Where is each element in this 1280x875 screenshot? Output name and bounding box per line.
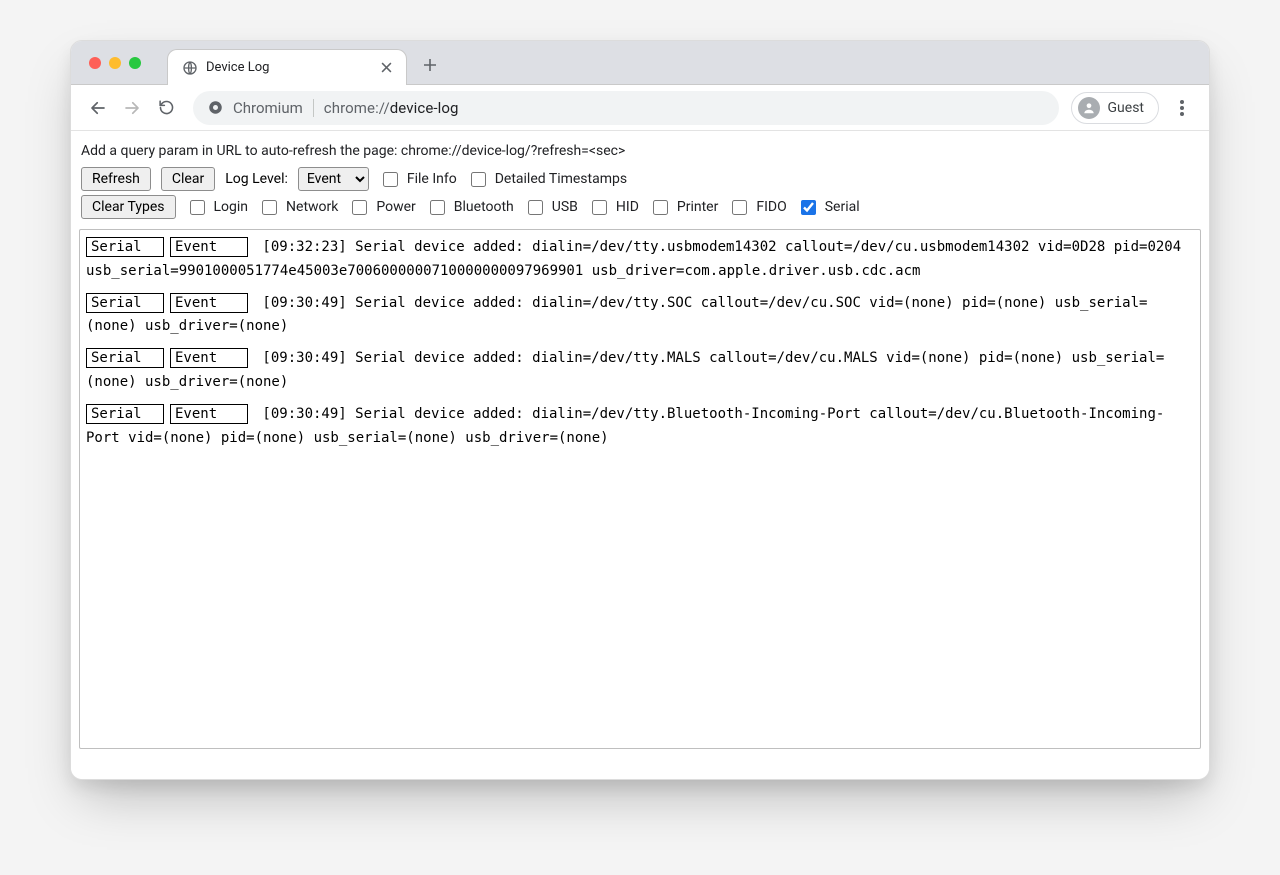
tab-strip: Device Log	[167, 41, 445, 84]
type-toggle-usb[interactable]: USB	[524, 197, 578, 218]
browser-window: Device Log Chromium	[70, 40, 1210, 780]
file-info-label: File Info	[407, 171, 457, 187]
type-label-power: Power	[376, 199, 415, 215]
new-tab-button[interactable]	[415, 50, 445, 80]
type-checkbox-network[interactable]	[262, 200, 277, 215]
log-output: Serial Event [09:32:23] Serial device add…	[79, 229, 1201, 749]
log-tag-type: Serial	[86, 237, 164, 257]
type-label-printer: Printer	[677, 199, 718, 215]
type-checkbox-printer[interactable]	[653, 200, 668, 215]
log-tag-level: Event	[170, 237, 248, 257]
page-content: Add a query param in URL to auto-refresh…	[71, 131, 1209, 779]
toolbar: Chromium chrome://device-log Guest	[71, 85, 1209, 131]
tab-close-button[interactable]	[378, 60, 394, 76]
log-level-label: Log Level:	[225, 171, 288, 187]
controls-row-1: Refresh Clear Log Level: EventUserDebugE…	[81, 167, 1199, 191]
log-tag-level: Event	[170, 404, 248, 424]
type-toggle-hid[interactable]: HID	[588, 197, 639, 218]
type-toggle-power[interactable]: Power	[348, 197, 415, 218]
type-label-usb: USB	[552, 199, 578, 215]
type-label-fido: FIDO	[756, 199, 786, 215]
site-settings-icon[interactable]	[207, 100, 223, 116]
types-row: Clear Types Login Network Power Bluetooth US…	[81, 195, 1199, 219]
reload-button[interactable]	[151, 93, 181, 123]
type-checkbox-fido[interactable]	[732, 200, 747, 215]
omnibox-separator	[313, 99, 314, 117]
type-label-serial: Serial	[825, 199, 860, 215]
refresh-button[interactable]: Refresh	[81, 167, 151, 191]
profile-label: Guest	[1108, 100, 1144, 116]
profile-button[interactable]: Guest	[1071, 92, 1159, 124]
type-checkbox-bluetooth[interactable]	[430, 200, 445, 215]
log-entry: SerialEvent [09:30:49] Serial device add…	[86, 347, 1194, 395]
file-info-checkbox[interactable]	[383, 172, 398, 187]
log-tag-type: Serial	[86, 293, 164, 313]
type-checkbox-serial[interactable]	[801, 200, 816, 215]
window-controls	[89, 57, 141, 69]
address-bar[interactable]: Chromium chrome://device-log	[193, 91, 1059, 125]
type-toggle-network[interactable]: Network	[258, 197, 338, 218]
log-tag-level: Event	[170, 293, 248, 313]
log-entry: SerialEvent [09:30:49] Serial device add…	[86, 292, 1194, 340]
log-level-select[interactable]: EventUserDebugError	[298, 167, 369, 191]
close-window-button[interactable]	[89, 57, 101, 69]
detailed-timestamps-toggle[interactable]: Detailed Timestamps	[467, 169, 627, 190]
omnibox-prefix: Chromium	[233, 99, 303, 117]
detailed-timestamps-label: Detailed Timestamps	[495, 171, 627, 187]
log-tag-type: Serial	[86, 404, 164, 424]
omnibox-url-path: device-log	[390, 99, 459, 117]
type-label-network: Network	[286, 199, 338, 215]
log-tag-type: Serial	[86, 348, 164, 368]
type-toggle-printer[interactable]: Printer	[649, 197, 718, 218]
tab-title: Device Log	[206, 60, 370, 75]
globe-icon	[182, 60, 198, 76]
clear-button[interactable]: Clear	[161, 167, 215, 191]
type-checkbox-login[interactable]	[190, 200, 205, 215]
type-toggle-login[interactable]: Login	[186, 197, 249, 218]
type-label-bluetooth: Bluetooth	[454, 199, 514, 215]
log-message: [09:32:23] Serial device added: dialin=/…	[86, 239, 1181, 279]
title-bar: Device Log	[71, 41, 1209, 85]
clear-types-button[interactable]: Clear Types	[81, 195, 176, 219]
omnibox-url: chrome://device-log	[324, 99, 459, 117]
omnibox-url-scheme: chrome://	[324, 99, 390, 117]
type-toggle-bluetooth[interactable]: Bluetooth	[426, 197, 514, 218]
back-button[interactable]	[83, 93, 113, 123]
zoom-window-button[interactable]	[129, 57, 141, 69]
forward-button[interactable]	[117, 93, 147, 123]
type-label-login: Login	[214, 199, 249, 215]
log-entry: Serial Event [09:32:23] Serial device add…	[86, 236, 1194, 284]
log-tag-level: Event	[170, 348, 248, 368]
type-label-hid: HID	[616, 199, 639, 215]
avatar-icon	[1078, 97, 1100, 119]
type-checkbox-power[interactable]	[352, 200, 367, 215]
browser-menu-button[interactable]	[1167, 93, 1197, 123]
type-toggle-fido[interactable]: FIDO	[728, 197, 786, 218]
file-info-toggle[interactable]: File Info	[379, 169, 457, 190]
auto-refresh-hint: Add a query param in URL to auto-refresh…	[81, 143, 1199, 159]
type-toggle-serial[interactable]: Serial	[797, 197, 860, 218]
log-entry: SerialEvent [09:30:49] Serial device add…	[86, 403, 1194, 451]
tab-device-log[interactable]: Device Log	[167, 49, 407, 85]
minimize-window-button[interactable]	[109, 57, 121, 69]
detailed-timestamps-checkbox[interactable]	[471, 172, 486, 187]
type-checkbox-usb[interactable]	[528, 200, 543, 215]
type-checkbox-hid[interactable]	[592, 200, 607, 215]
